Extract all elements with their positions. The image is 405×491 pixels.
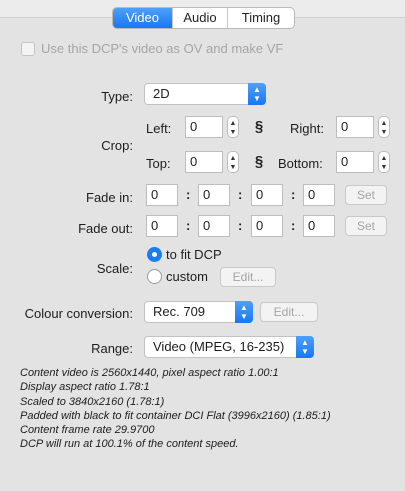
chevron-updown-icon: ▲ ▼ xyxy=(296,336,314,358)
scale-custom-label: custom xyxy=(166,269,208,284)
fade-in-hours[interactable]: 0 xyxy=(146,184,178,206)
colon: : xyxy=(291,187,296,202)
crop-bottom-stepper[interactable]: ▲ ▼ xyxy=(378,151,390,173)
scale-fit-label: to fit DCP xyxy=(166,247,222,262)
scale-label: Scale: xyxy=(96,261,133,276)
info-line: DCP will run at 100.1% of the content sp… xyxy=(20,438,239,451)
tab-audio[interactable]: Audio xyxy=(173,8,228,28)
colour-conversion-value: Rec. 709 xyxy=(153,304,206,319)
crop-top-stepper[interactable]: ▲ ▼ xyxy=(227,151,239,173)
scale-fit-radio[interactable] xyxy=(147,247,162,262)
link-icon[interactable]: § xyxy=(253,152,265,172)
range-label: Range: xyxy=(91,341,133,356)
tab-video[interactable]: Video xyxy=(113,8,173,28)
type-select[interactable]: 2D ▲ ▼ xyxy=(144,83,266,105)
range-select[interactable]: Video (MPEG, 16-235) ▲ ▼ xyxy=(144,336,314,358)
use-ov-label: Use this DCP's video as OV and make VF xyxy=(41,41,284,56)
fade-in-set-button[interactable]: Set xyxy=(345,185,387,205)
colon: : xyxy=(238,218,243,233)
crop-left-field[interactable]: 0 xyxy=(185,116,223,138)
colour-conversion-label: Colour conversion: xyxy=(24,306,133,321)
crop-label: Crop: xyxy=(101,138,133,153)
tab-bar: Video Audio Timing xyxy=(112,7,295,29)
fade-out-hours[interactable]: 0 xyxy=(146,215,178,237)
crop-right-stepper[interactable]: ▲ ▼ xyxy=(378,116,390,138)
video-info: Content video is 2560x1440, pixel aspect… xyxy=(20,366,331,452)
crop-bottom-field[interactable]: 0 xyxy=(336,151,374,173)
colon: : xyxy=(291,218,296,233)
crop-right-field[interactable]: 0 xyxy=(336,116,374,138)
crop-top-label: Top: xyxy=(146,156,171,171)
fade-out-label: Fade out: xyxy=(78,221,133,236)
info-line: Display aspect ratio 1.78:1 xyxy=(20,381,150,394)
scale-custom-radio[interactable] xyxy=(147,269,162,284)
fade-out-frames[interactable]: 0 xyxy=(303,215,335,237)
link-icon[interactable]: § xyxy=(253,117,265,137)
info-line: Padded with black to fit container DCI F… xyxy=(20,409,331,422)
colour-conversion-select[interactable]: Rec. 709 ▲ ▼ xyxy=(144,301,253,323)
fade-out-minutes[interactable]: 0 xyxy=(198,215,230,237)
info-line: Content video is 2560x1440, pixel aspect… xyxy=(20,367,279,379)
colon: : xyxy=(186,218,191,233)
info-line: Content frame rate 29.9700 xyxy=(20,424,155,437)
colon: : xyxy=(186,187,191,202)
crop-right-label: Right: xyxy=(290,121,324,136)
chevron-updown-icon: ▲ ▼ xyxy=(235,301,253,323)
fade-in-frames[interactable]: 0 xyxy=(303,184,335,206)
fade-in-seconds[interactable]: 0 xyxy=(251,184,283,206)
crop-left-label: Left: xyxy=(146,121,172,136)
fade-out-seconds[interactable]: 0 xyxy=(251,215,283,237)
fade-in-label: Fade in: xyxy=(86,190,133,205)
tab-timing[interactable]: Timing xyxy=(228,8,294,28)
info-line: Scaled to 3840x2160 (1.78:1) xyxy=(20,395,165,408)
crop-bottom-label: Bottom: xyxy=(278,156,323,171)
type-label: Type: xyxy=(101,89,133,104)
colon: : xyxy=(238,187,243,202)
crop-left-stepper[interactable]: ▲ ▼ xyxy=(227,116,239,138)
use-ov-checkbox[interactable] xyxy=(21,42,35,56)
colour-edit-button[interactable]: Edit... xyxy=(260,302,318,322)
range-select-value: Video (MPEG, 16-235) xyxy=(153,339,285,354)
fade-in-minutes[interactable]: 0 xyxy=(198,184,230,206)
scale-edit-button[interactable]: Edit... xyxy=(220,267,276,287)
crop-top-field[interactable]: 0 xyxy=(185,151,223,173)
chevron-updown-icon: ▲ ▼ xyxy=(248,83,266,105)
type-select-value: 2D xyxy=(153,86,170,101)
fade-out-set-button[interactable]: Set xyxy=(345,216,387,236)
